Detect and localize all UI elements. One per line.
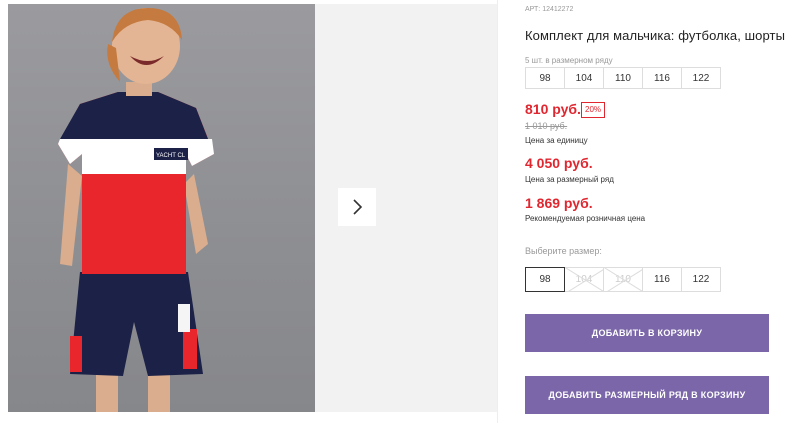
chevron-right-icon xyxy=(353,199,363,215)
discount-badge: 20% xyxy=(581,102,606,118)
size-row-item: 122 xyxy=(681,67,721,89)
size-row-list: 98 104 110 116 122 xyxy=(525,67,721,89)
article-number: АРТ: 12412272 xyxy=(525,6,574,13)
size-option-122[interactable]: 122 xyxy=(681,267,721,292)
product-gallery: YACHT CL xyxy=(0,0,497,423)
add-size-row-to-cart-button[interactable]: ДОБАВИТЬ РАЗМЕРНЫЙ РЯД В КОРЗИНУ xyxy=(525,376,769,414)
boy-illustration: YACHT CL xyxy=(58,8,214,412)
panel-divider xyxy=(497,0,498,423)
shirt-print-text: YACHT CL xyxy=(156,153,186,159)
size-picker-label: Выберите размер: xyxy=(525,246,602,256)
product-title: Комплект для мальчика: футболка, шорты xyxy=(525,28,786,43)
unit-price-label: Цена за единицу xyxy=(525,136,588,145)
gallery-next-button[interactable] xyxy=(338,188,376,226)
old-price: 1 010 руб. xyxy=(525,121,568,131)
size-option-110: 110 xyxy=(603,267,643,292)
size-option-104: 104 xyxy=(564,267,604,292)
row-price: 4 050 руб. xyxy=(525,155,593,171)
retail-price: 1 869 руб. xyxy=(525,195,593,211)
product-photo: YACHT CL xyxy=(8,4,315,412)
size-row-item: 110 xyxy=(603,67,643,89)
size-row-hint: 5 шт. в размерном ряду xyxy=(525,56,613,65)
size-row-item: 98 xyxy=(525,67,565,89)
unit-price: 810 руб. xyxy=(525,101,581,117)
size-picker: 98 104 110 116 122 xyxy=(525,267,721,292)
size-row-item: 104 xyxy=(564,67,604,89)
retail-price-label: Рекомендуемая розничная цена xyxy=(525,214,646,223)
size-row-item: 116 xyxy=(642,67,682,89)
size-option-98[interactable]: 98 xyxy=(525,267,565,292)
size-option-116[interactable]: 116 xyxy=(642,267,682,292)
add-to-cart-button[interactable]: ДОБАВИТЬ В КОРЗИНУ xyxy=(525,314,769,352)
row-price-label: Цена за размерный ряд xyxy=(525,175,614,184)
